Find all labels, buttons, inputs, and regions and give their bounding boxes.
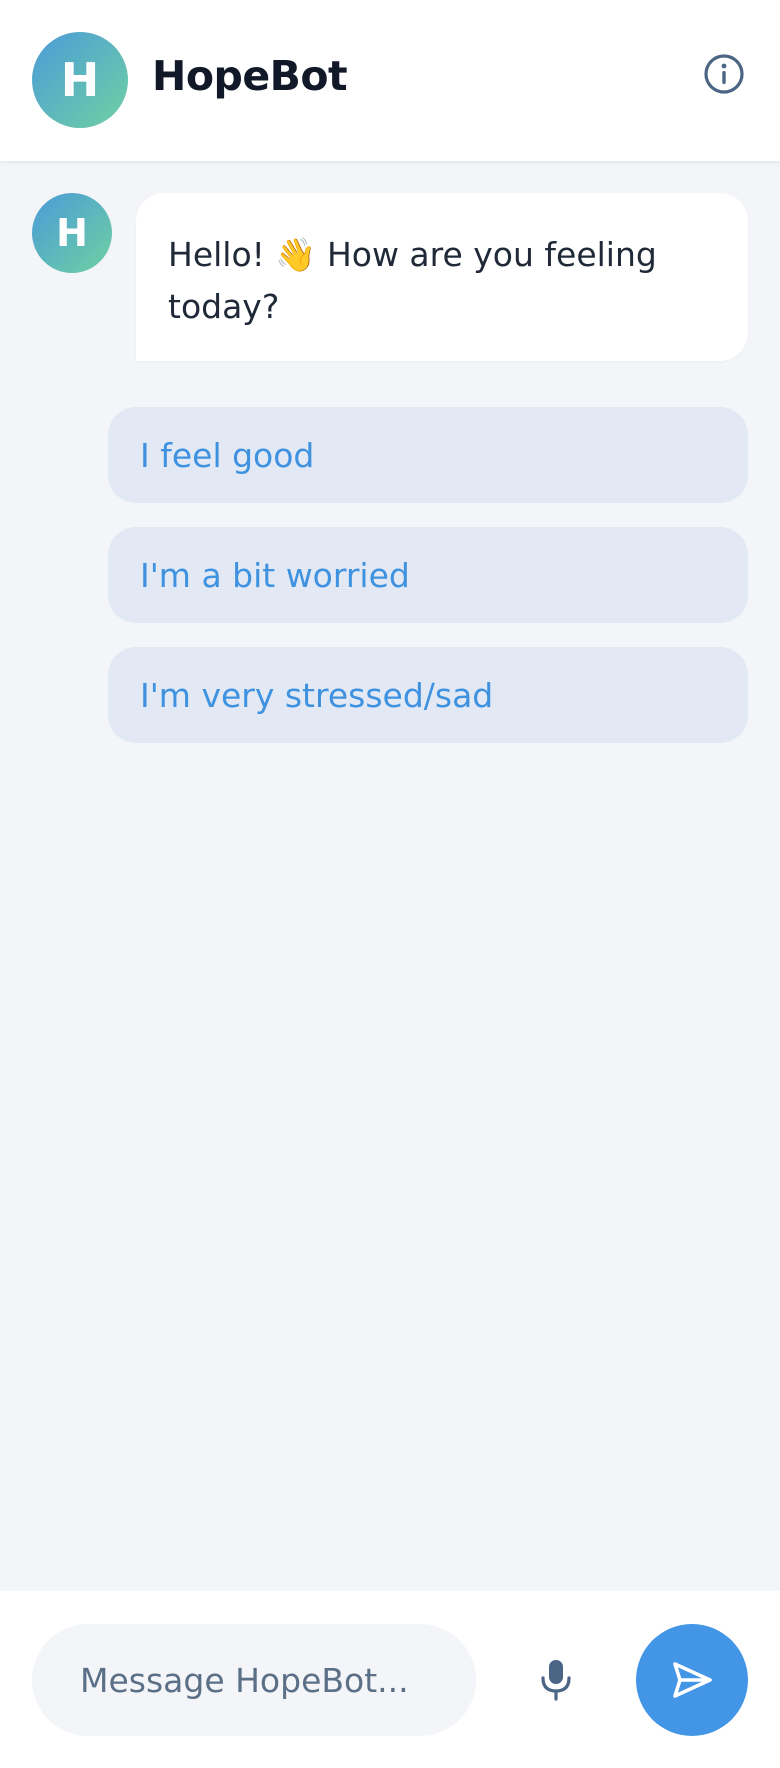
info-button[interactable] [700,50,748,98]
send-button[interactable] [636,1624,748,1736]
quick-reply-label: I feel good [140,435,315,475]
message-input[interactable] [32,1624,476,1736]
avatar-letter: H [56,211,88,255]
quick-reply-label: I'm very stressed/sad [140,675,494,715]
bot-message-text-line2: today? [168,287,280,326]
quick-reply-label: I'm a bit worried [140,555,410,595]
page-title: HopeBot [152,52,348,100]
bot-message-bubble: Hello! 👋 How are you feeling today? [136,193,748,361]
quick-reply-very-stressed[interactable]: I'm very stressed/sad [108,647,748,743]
send-icon [673,1662,712,1698]
message-avatar: H [32,193,112,273]
microphone-icon [541,1660,571,1701]
message-composer [0,1591,780,1768]
info-icon [704,54,744,94]
chat-area[interactable]: H Hello! 👋 How are you feeling today? I … [0,161,780,1591]
quick-reply-feel-good[interactable]: I feel good [108,407,748,503]
quick-reply-bit-worried[interactable]: I'm a bit worried [108,527,748,623]
chat-app: H HopeBot H Hello! 👋 How are you feeling… [0,0,780,1768]
microphone-button[interactable] [532,1654,580,1706]
bot-message-text-line1: Hello! 👋 How are you feeling [168,235,657,274]
app-header: H HopeBot [0,0,780,161]
bot-avatar: H [32,32,128,128]
avatar-letter: H [60,53,100,107]
